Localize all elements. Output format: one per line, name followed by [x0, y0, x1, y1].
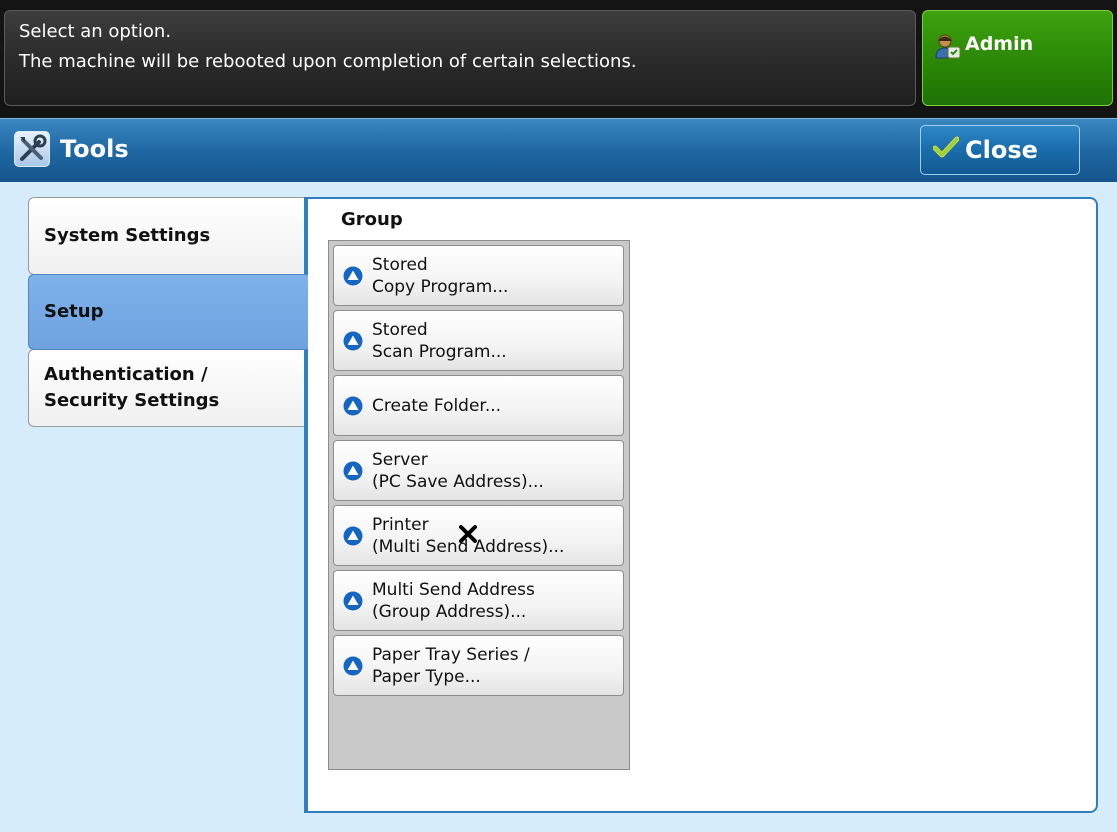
item-line-1: Multi Send Address [372, 580, 535, 600]
tab-label-line-2: Security Settings [44, 390, 220, 411]
create-folder-button[interactable]: Create Folder... [333, 375, 624, 436]
triangle-up-icon [343, 591, 363, 611]
close-button[interactable]: Close [920, 125, 1080, 175]
server-pc-save-address-button[interactable]: Server (PC Save Address)... [333, 440, 624, 501]
tab-system-settings[interactable]: System Settings [28, 197, 304, 275]
item-line-2: Scan Program... [372, 342, 507, 362]
tab-setup[interactable]: Setup [28, 274, 308, 350]
item-line-1: Server [372, 450, 428, 470]
checkmark-icon [932, 136, 960, 164]
tab-label-line-1: Authentication / [44, 364, 208, 385]
triangle-up-icon [343, 526, 363, 546]
tab-label: System Settings [44, 225, 211, 246]
triangle-up-icon [343, 396, 363, 416]
item-line-2: Paper Type... [372, 667, 481, 687]
admin-button[interactable]: Admin [922, 10, 1113, 106]
message-bar: Select an option. The machine will be re… [4, 10, 916, 106]
paper-tray-series-button[interactable]: Paper Tray Series / Paper Type... [333, 635, 624, 696]
item-line-2: Copy Program... [372, 277, 509, 297]
message-line-1: Select an option. [19, 21, 172, 42]
item-line-2: (PC Save Address)... [372, 472, 544, 492]
close-label: Close [965, 136, 1038, 164]
tools-icon [14, 131, 50, 167]
message-line-2: The machine will be rebooted upon comple… [19, 51, 637, 72]
admin-label: Admin [965, 33, 1034, 55]
stored-copy-program-button[interactable]: Stored Copy Program... [333, 245, 624, 306]
touch-pointer-icon [459, 525, 477, 543]
stored-scan-program-button[interactable]: Stored Scan Program... [333, 310, 624, 371]
tab-label: Setup [44, 301, 104, 322]
group-label: Group [341, 209, 403, 230]
tab-authentication-security[interactable]: Authentication / Security Settings [28, 349, 304, 427]
item-line-1: Stored [372, 320, 428, 340]
page-title: Tools [60, 135, 129, 163]
item-line-1: Create Folder... [372, 396, 502, 416]
content-area: System Settings Setup Authentication / S… [0, 182, 1117, 832]
triangle-up-icon [343, 266, 363, 286]
triangle-up-icon [343, 331, 363, 351]
triangle-up-icon [343, 461, 363, 481]
item-line-1: Paper Tray Series / [372, 645, 530, 665]
admin-user-icon [935, 33, 961, 59]
item-line-1: Stored [372, 255, 428, 275]
group-list[interactable]: Stored Copy Program... Stored Scan Progr… [328, 240, 630, 770]
multi-send-group-address-button[interactable]: Multi Send Address (Group Address)... [333, 570, 624, 631]
triangle-up-icon [343, 656, 363, 676]
tools-header: Tools Close [0, 118, 1117, 182]
item-line-2: (Group Address)... [372, 602, 527, 622]
